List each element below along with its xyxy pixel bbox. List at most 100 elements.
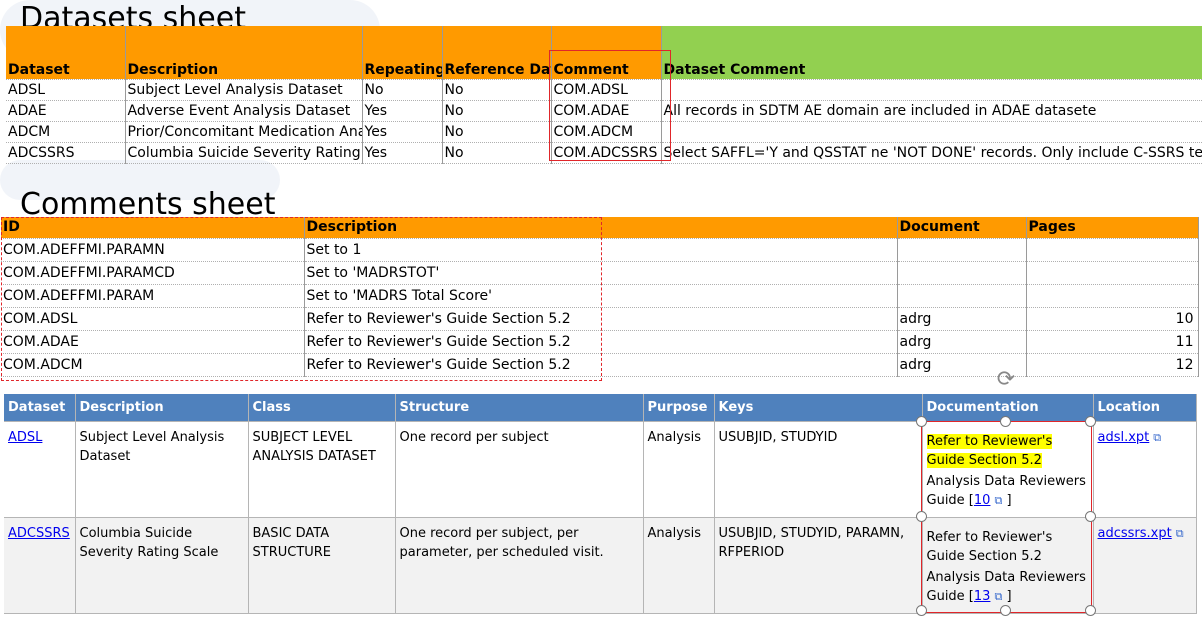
table-row: ADAE Adverse Event Analysis Dataset Yes … <box>6 100 1202 122</box>
cell[interactable]: Yes <box>362 121 443 143</box>
cell: Columbia Suicide Severity Rating Scale <box>75 517 249 614</box>
rotate-handle-icon[interactable]: ⟳ <box>994 367 1018 391</box>
column-header[interactable]: Structure <box>395 394 644 422</box>
cell: Subject Level Analysis Dataset <box>75 421 249 518</box>
column-header[interactable]: ID <box>1 217 305 239</box>
cell[interactable]: COM.ADSL <box>551 79 662 101</box>
column-header[interactable]: Repeating <box>362 26 443 80</box>
cell[interactable]: 10 <box>1026 307 1199 331</box>
cell[interactable]: 12 <box>1026 353 1199 377</box>
cell[interactable]: No <box>442 121 552 143</box>
cell[interactable]: COM.ADAE <box>1 330 305 354</box>
cell: BASIC DATA STRUCTURE <box>248 517 396 614</box>
table-row: ADSL Subject Level Analysis Dataset SUBJ… <box>4 421 1197 518</box>
resize-handle[interactable] <box>916 511 927 522</box>
column-header[interactable]: Purpose <box>643 394 715 422</box>
datasets-table: Dataset Description Repeating Reference … <box>6 26 1202 164</box>
documentation-reference: Analysis Data Reviewers Guide [10 ⧉ ] <box>927 472 1089 510</box>
table-row: ADCSSRS Columbia Suicide Severity Rating… <box>4 517 1197 614</box>
cell[interactable]: COM.ADCM <box>551 121 662 143</box>
cell[interactable]: 11 <box>1026 330 1199 354</box>
cell[interactable]: ADAE <box>6 100 126 122</box>
resize-handle[interactable] <box>916 416 927 427</box>
cell[interactable]: adrg <box>897 307 1027 331</box>
resize-handle[interactable] <box>1085 416 1096 427</box>
cell[interactable]: No <box>362 79 443 101</box>
cell[interactable] <box>897 238 1027 262</box>
cell[interactable] <box>1026 261 1199 285</box>
resize-handle[interactable] <box>1000 416 1011 427</box>
cell[interactable] <box>1026 238 1199 262</box>
cell: One record per subject, per parameter, p… <box>395 517 644 614</box>
cell[interactable] <box>1026 284 1199 308</box>
location-link[interactable]: adcssrs.xpt <box>1098 526 1172 541</box>
cell[interactable]: COM.ADEFFMI.PARAMCD <box>1 261 305 285</box>
reference-suffix: ] <box>1006 493 1012 508</box>
documentation-text: Refer to Reviewer's Guide Section 5.2 <box>926 434 1053 468</box>
comments-header-row: ID Description Document Pages <box>1 217 1199 239</box>
resize-handle[interactable] <box>1000 605 1011 616</box>
cell[interactable]: ADCM <box>6 121 126 143</box>
documentation-cell[interactable]: Refer to Reviewer's Guide Section 5.2 An… <box>922 421 1094 518</box>
cell[interactable] <box>897 261 1027 285</box>
cell[interactable]: COM.ADCM <box>1 353 305 377</box>
column-header[interactable]: Dataset Comment <box>661 26 1202 80</box>
column-header[interactable]: Description <box>75 394 249 422</box>
dataset-link[interactable]: ADCSSRS <box>8 526 70 541</box>
cell[interactable]: Prior/Concomitant Medication Anal <box>125 121 363 143</box>
cell[interactable]: COM.ADEFFMI.PARAM <box>1 284 305 308</box>
cell[interactable]: No <box>442 79 552 101</box>
column-header[interactable]: Class <box>248 394 396 422</box>
cell[interactable]: Set to 'MADRS Total Score' <box>304 284 898 308</box>
column-header[interactable]: Dataset <box>6 26 126 80</box>
dataset-link[interactable]: ADSL <box>8 430 42 445</box>
cell[interactable]: ADCSSRS <box>6 142 126 164</box>
table-row: ADSL Subject Level Analysis Dataset No N… <box>6 79 1202 101</box>
cell[interactable]: COM.ADEFFMI.PARAMN <box>1 238 305 262</box>
column-header[interactable]: Description <box>125 26 363 80</box>
resize-handle[interactable] <box>916 605 927 616</box>
cell[interactable]: adrg <box>897 330 1027 354</box>
cell[interactable]: COM.ADAE <box>551 100 662 122</box>
cell[interactable]: Yes <box>362 100 443 122</box>
cell[interactable]: ADSL <box>6 79 126 101</box>
cell[interactable] <box>897 284 1027 308</box>
column-header[interactable]: Dataset <box>4 394 76 422</box>
cell[interactable]: COM.ADCSSRS <box>551 142 662 164</box>
page-link[interactable]: 10 <box>974 493 991 508</box>
cell[interactable]: COM.ADSL <box>1 307 305 331</box>
cell: USUBJID, STUDYID <box>714 421 923 518</box>
cell[interactable]: Adverse Event Analysis Dataset <box>125 100 363 122</box>
column-header[interactable]: Comment <box>551 26 662 80</box>
column-header[interactable]: Pages <box>1026 217 1199 239</box>
column-header[interactable]: Document <box>897 217 1027 239</box>
cell[interactable]: No <box>442 142 552 164</box>
cell[interactable]: Subject Level Analysis Dataset <box>125 79 363 101</box>
column-header[interactable]: Keys <box>714 394 923 422</box>
documentation-cell[interactable]: Refer to Reviewer's Guide Section 5.2 An… <box>922 517 1094 614</box>
cell[interactable]: Set to 1 <box>304 238 898 262</box>
column-header[interactable]: Location <box>1093 394 1197 422</box>
cell[interactable]: Yes <box>362 142 443 164</box>
cell[interactable]: Select SAFFL='Y and QSSTAT ne 'NOT DONE'… <box>661 142 1202 164</box>
table-row: COM.ADEFFMI.PARAMCD Set to 'MADRSTOT' <box>1 261 1199 285</box>
cell[interactable]: Columbia Suicide Severity Rating Sc <box>125 142 363 164</box>
comments-sheet-title: Comments sheet <box>20 187 276 222</box>
column-header[interactable]: Reference Data <box>442 26 552 80</box>
cell: Analysis <box>643 517 715 614</box>
cell[interactable]: All records in SDTM AE domain are includ… <box>661 100 1202 122</box>
cell[interactable]: Refer to Reviewer's Guide Section 5.2 <box>304 330 898 354</box>
resize-handle[interactable] <box>1085 605 1096 616</box>
cell[interactable]: Refer to Reviewer's Guide Section 5.2 <box>304 307 898 331</box>
cell[interactable] <box>661 121 1202 143</box>
cell[interactable]: No <box>442 100 552 122</box>
external-link-icon: ⧉ <box>1153 431 1162 444</box>
cell[interactable]: Refer to Reviewer's Guide Section 5.2 <box>304 353 898 377</box>
location-link[interactable]: adsl.xpt <box>1098 430 1150 445</box>
cell[interactable] <box>661 79 1202 101</box>
column-header[interactable]: Description <box>304 217 898 239</box>
page-link[interactable]: 13 <box>974 589 991 604</box>
table-row: COM.ADEFFMI.PARAM Set to 'MADRS Total Sc… <box>1 284 1199 308</box>
resize-handle[interactable] <box>1085 511 1096 522</box>
cell[interactable]: Set to 'MADRSTOT' <box>304 261 898 285</box>
